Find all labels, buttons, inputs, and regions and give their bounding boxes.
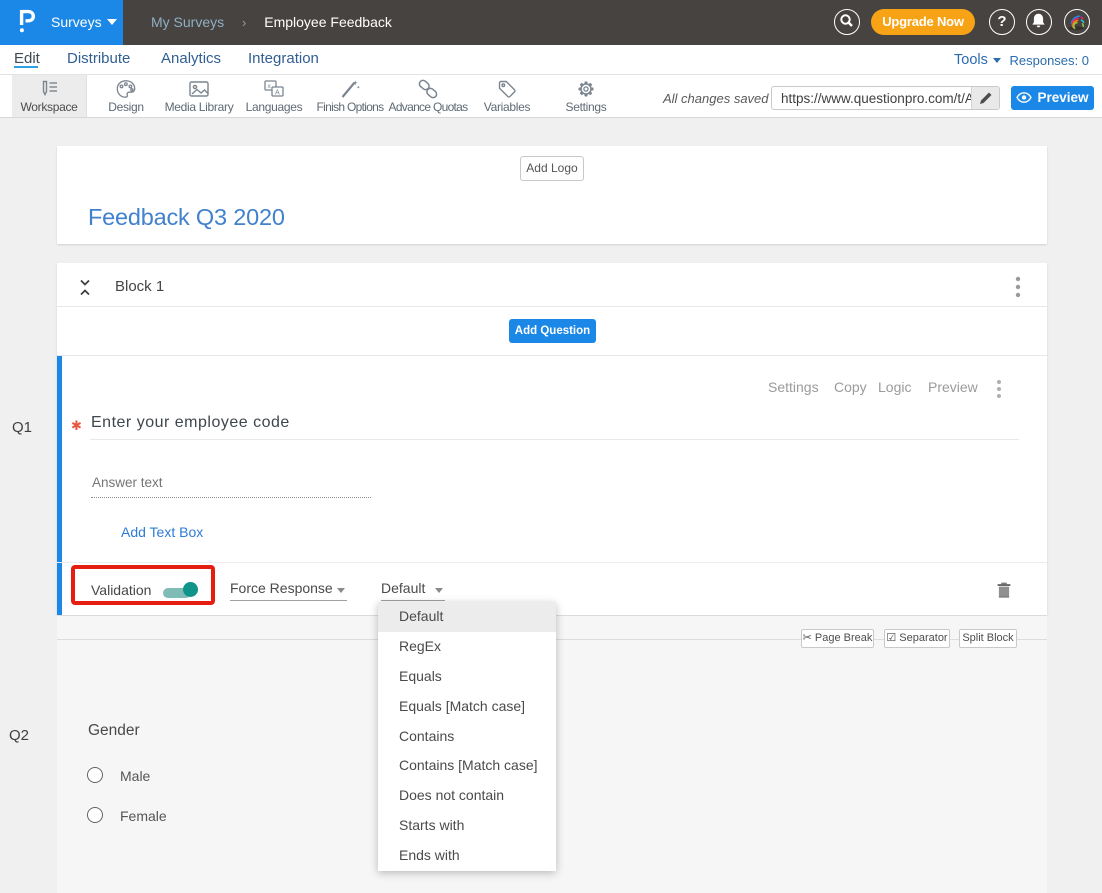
svg-text:x: x xyxy=(268,83,272,90)
svg-text:A: A xyxy=(275,90,280,97)
